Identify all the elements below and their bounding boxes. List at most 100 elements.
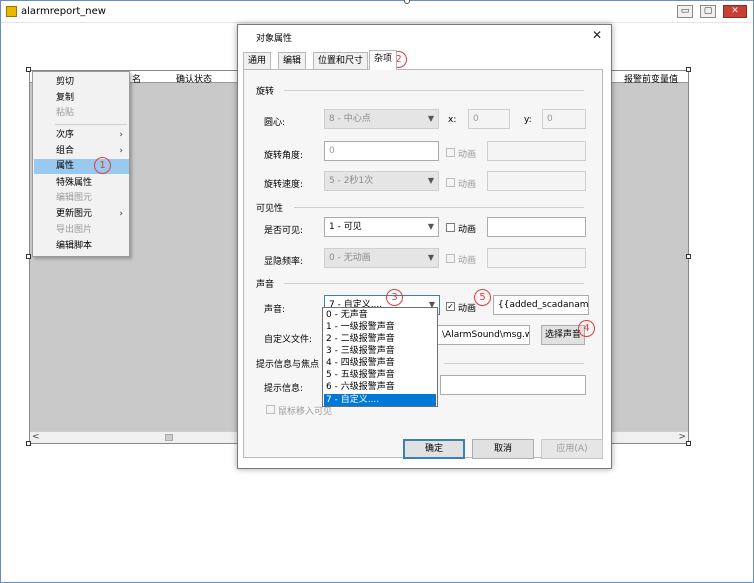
minimize-button[interactable]: ▭	[677, 5, 693, 18]
submenu-arrow-icon: ›	[119, 146, 123, 156]
custom-file-field[interactable]: \AlarmSound\msg.wa	[437, 325, 530, 345]
blink-anim-field	[487, 248, 586, 268]
resize-handle-bottom-left[interactable]	[26, 441, 31, 446]
visible-anim-field[interactable]	[487, 217, 586, 237]
x-field: 0	[468, 109, 510, 129]
submenu-arrow-icon: ›	[119, 209, 123, 219]
resize-handle-top-left[interactable]	[26, 67, 31, 72]
resize-handle-left[interactable]	[26, 254, 31, 259]
visible-anim-checkbox[interactable]	[446, 223, 455, 232]
blink-anim-checkbox	[446, 254, 455, 263]
menu-item-special-properties[interactable]: 特殊属性	[34, 176, 129, 191]
callout-1: 1	[94, 157, 111, 174]
resize-handle-right[interactable]	[686, 254, 691, 259]
rotation-angle-anim-field	[487, 141, 586, 161]
rotation-speed-anim-label: 动画	[458, 180, 477, 190]
group-sound: 声音	[256, 280, 275, 290]
rotation-angle-field[interactable]: 0	[324, 141, 439, 161]
sound-option[interactable]: 5 - 五级报警声音	[324, 369, 436, 381]
chevron-down-icon: ▼	[427, 114, 434, 123]
window-title: alarmreport_new	[21, 6, 106, 17]
cancel-button[interactable]: 取消	[472, 439, 534, 459]
app-icon	[6, 6, 17, 17]
menu-item-export-image: 导出图片	[56, 225, 93, 235]
group-rotation: 旋转	[256, 87, 275, 97]
sound-option[interactable]: 6 - 六级报警声音	[324, 381, 436, 393]
dialog-title: 对象属性	[256, 34, 293, 44]
menu-item-edit-element: 编辑图元	[56, 193, 93, 203]
rotation-angle-label: 旋转角度:	[264, 151, 304, 161]
rotation-angle-anim-checkbox	[446, 148, 455, 157]
tooltip-info-field[interactable]	[440, 375, 586, 395]
sound-anim-checkbox[interactable]: ✓	[446, 302, 455, 311]
menu-item-copy[interactable]: 复制	[34, 91, 129, 106]
blink-label: 显隐频率:	[264, 257, 304, 267]
sound-option[interactable]: 3 - 三级报警声音	[324, 345, 436, 357]
x-label: x:	[448, 115, 457, 125]
callout-4: 4	[578, 320, 595, 337]
sound-option[interactable]: 4 - 四级报警声音	[324, 357, 436, 369]
group-divider	[444, 363, 584, 364]
group-divider	[284, 283, 584, 284]
resize-handle-top-right[interactable]	[686, 67, 691, 72]
menu-item-update-element[interactable]: 更新图元 ›	[34, 207, 129, 222]
resize-handle-bottom-right[interactable]	[686, 441, 691, 446]
scroll-right-arrow[interactable]: >	[678, 432, 686, 442]
menu-separator	[55, 124, 127, 125]
visible-combo[interactable]: 1 - 可见 ▼	[324, 217, 439, 237]
group-tooltip-focus: 提示信息与焦点	[256, 360, 320, 370]
chevron-down-icon: ▼	[427, 222, 434, 231]
tooltip-info-label: 提示信息:	[264, 384, 304, 394]
maximize-button[interactable]: ▢	[700, 5, 716, 18]
sound-label: 声音:	[264, 305, 286, 315]
sound-anim-label: 动画	[458, 304, 477, 314]
menu-item-cut[interactable]: 剪切	[34, 75, 129, 90]
chevron-down-icon: ▼	[427, 253, 434, 262]
y-field: 0	[542, 109, 586, 129]
menu-item-group[interactable]: 组合 ›	[34, 144, 129, 159]
tab-general[interactable]: 通用	[243, 52, 272, 69]
custom-file-label: 自定义文件:	[264, 335, 313, 345]
sound-option[interactable]: 0 - 无声音	[324, 309, 436, 321]
sound-option-selected[interactable]: 7 - 自定义....	[324, 394, 436, 406]
sound-option[interactable]: 2 - 二级报警声音	[324, 333, 436, 345]
tab-misc[interactable]: 杂项	[369, 50, 398, 70]
rotation-speed-anim-field	[487, 171, 586, 191]
ok-button[interactable]: 确定	[403, 439, 465, 459]
scroll-left-arrow[interactable]: <	[32, 432, 40, 442]
sound-option[interactable]: 1 - 一级报警声音	[324, 321, 436, 333]
menu-item-paste: 粘贴	[56, 108, 75, 118]
blink-combo: 0 - 无动画 ▼	[324, 248, 439, 268]
callout-5: 5	[474, 289, 491, 306]
chevron-down-icon: ▼	[427, 176, 434, 185]
scroll-thumb[interactable]	[165, 434, 173, 441]
center-label: 圆心:	[264, 118, 286, 128]
mouse-hover-visible-checkbox	[266, 405, 275, 414]
apply-button: 应用(A)	[541, 439, 603, 459]
context-menu: 剪切 复制 粘贴 次序 › 组合 › 属性 特殊属性 编辑图元 更新图元 › 导出图片…	[32, 71, 130, 257]
group-divider	[294, 207, 584, 208]
tab-position-size[interactable]: 位置和尺寸	[313, 52, 369, 69]
blink-anim-label: 动画	[458, 256, 477, 266]
tab-edit[interactable]: 编辑	[278, 52, 307, 69]
tab-strip: 通用 编辑 位置和尺寸 杂项	[243, 50, 603, 70]
menu-item-edit-script[interactable]: 编辑脚本	[34, 239, 129, 254]
sound-anim-expression-field[interactable]: {{added_scadaname1.t	[493, 295, 589, 315]
callout-3: 3	[386, 289, 403, 306]
rotation-speed-anim-checkbox	[446, 178, 455, 187]
rotation-speed-label: 旋转速度:	[264, 180, 304, 190]
title-bar: alarmreport_new ▭ ▢ ✕	[1, 1, 753, 23]
rotation-angle-anim-label: 动画	[458, 150, 477, 160]
y-label: y:	[524, 115, 532, 125]
rotation-speed-combo: 5 - 2秒1次 ▼	[324, 171, 439, 191]
center-combo: 8 - 中心点 ▼	[324, 109, 439, 129]
visible-label: 是否可见:	[264, 226, 304, 236]
menu-item-order[interactable]: 次序 ›	[34, 128, 129, 143]
menu-item-properties[interactable]: 属性	[34, 159, 129, 174]
sound-dropdown-list: 0 - 无声音 1 - 一级报警声音 2 - 二级报警声音 3 - 三级报警声音…	[322, 307, 438, 407]
close-window-button[interactable]: ✕	[723, 5, 747, 18]
dialog-close-icon[interactable]: ✕	[592, 28, 602, 42]
group-divider	[284, 90, 584, 91]
visible-anim-label: 动画	[458, 225, 477, 235]
group-visibility: 可见性	[256, 204, 284, 214]
